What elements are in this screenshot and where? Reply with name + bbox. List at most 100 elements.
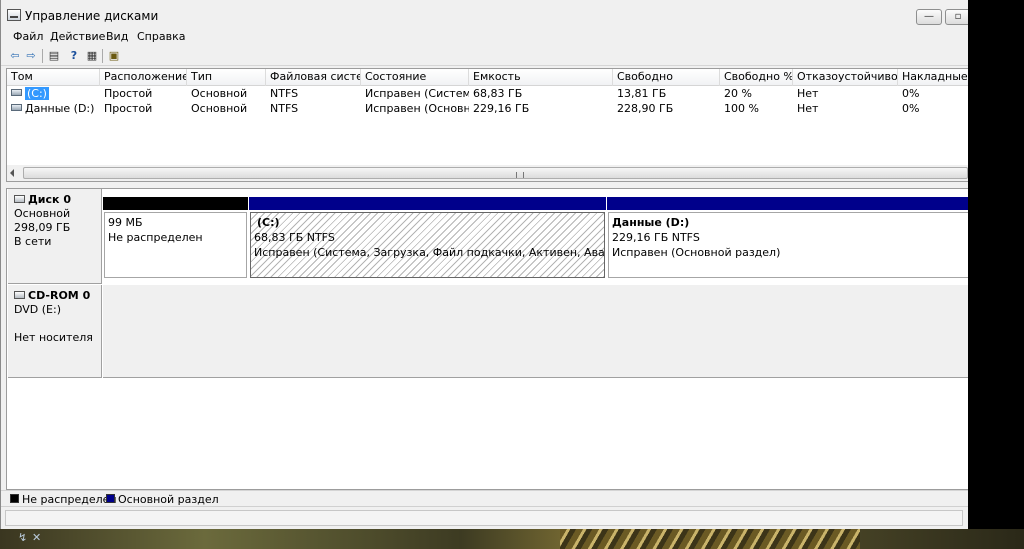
layout-cell: Простой xyxy=(104,102,153,115)
disk-0-title: Диск 0 xyxy=(14,193,101,207)
column-header-type[interactable]: Тип xyxy=(187,69,266,86)
partition-d[interactable]: Данные (D:) 229,16 ГБ NTFS Исправен (Осн… xyxy=(607,197,968,279)
cdrom-0-title: CD-ROM 0 xyxy=(14,289,101,303)
column-header-overhead[interactable]: Накладные ра xyxy=(898,69,968,86)
restore-button[interactable]: ▫ xyxy=(945,9,968,25)
legend-label-unallocated: Не распределен xyxy=(22,493,117,506)
disk-icon xyxy=(14,195,25,203)
legend-label-primary: Основной раздел xyxy=(118,493,219,506)
partition-body: (C:) 68,83 ГБ NTFS Исправен (Система, За… xyxy=(250,212,605,278)
cdrom-0-status: Нет носителя xyxy=(14,331,93,344)
menu-view[interactable]: Вид xyxy=(106,30,128,43)
partition-size: 68,83 ГБ NTFS xyxy=(254,231,335,244)
filesystem-cell: NTFS xyxy=(270,102,299,115)
column-header-free-percent[interactable]: Свободно % xyxy=(720,69,793,86)
table-row[interactable]: (C:) Простой Основной NTFS Исправен (Сис… xyxy=(7,86,968,101)
column-header-volume[interactable]: Том xyxy=(7,69,100,86)
table-row[interactable]: Данные (D:) Простой Основной NTFS Исправ… xyxy=(7,101,968,116)
menu-help[interactable]: Справка xyxy=(137,30,185,43)
column-header-fault-tolerance[interactable]: Отказоустойчивос... xyxy=(793,69,898,86)
disk-0-status: В сети xyxy=(14,235,52,248)
column-header-free[interactable]: Свободно xyxy=(613,69,720,86)
network-icon[interactable]: ↯ xyxy=(18,531,30,545)
minimize-button[interactable]: — xyxy=(916,9,942,25)
scrollbar-thumb[interactable] xyxy=(23,167,968,179)
column-header-filesystem[interactable]: Файловая систе... xyxy=(266,69,361,86)
fault-tolerance-cell: Нет xyxy=(797,102,819,115)
disk-management-window: Управление дисками — ▫ Файл Действие Вид… xyxy=(0,0,968,529)
cdrom-0-type: DVD (E:) xyxy=(14,303,62,316)
overhead-cell: 0% xyxy=(902,87,920,100)
free-percent-cell: 20 % xyxy=(724,87,752,100)
properties-icon[interactable]: ▦ xyxy=(84,48,100,63)
column-header-capacity[interactable]: Емкость xyxy=(469,69,613,86)
partition-c[interactable]: (C:) 68,83 ГБ NTFS Исправен (Система, За… xyxy=(249,197,606,279)
forward-icon[interactable]: ⇨ xyxy=(23,48,39,63)
layout-cell: Простой xyxy=(104,87,153,100)
partition-status: Исправен (Основной раздел) xyxy=(612,246,781,259)
capacity-cell: 68,83 ГБ xyxy=(473,87,523,100)
help-icon[interactable]: ? xyxy=(66,48,82,63)
free-cell: 228,90 ГБ xyxy=(617,102,674,115)
disk-graphical-view: Диск 0 Основной 298,09 ГБ В сети 99 МБ Н… xyxy=(6,188,968,490)
toolbar: ⇦ ⇨ ▤ ? ▦ ▣ xyxy=(1,46,968,66)
free-percent-cell: 100 % xyxy=(724,102,759,115)
title-bar[interactable]: Управление дисками — ▫ xyxy=(1,5,968,27)
partition-status: Исправен (Система, Загрузка, Файл подкач… xyxy=(254,246,605,259)
partition-bar xyxy=(103,197,248,210)
toolbar-separator xyxy=(42,49,43,63)
partition-label: Данные (D:) xyxy=(612,216,690,229)
cdrom-0-info[interactable]: CD-ROM 0 DVD (E:) Нет носителя xyxy=(8,285,102,378)
disk-0-type: Основной xyxy=(14,207,71,220)
cdrom-0-area[interactable] xyxy=(103,285,968,378)
partition-body: 99 МБ Не распределен xyxy=(104,212,247,278)
status-cell: Исправен (Основн... xyxy=(365,102,469,115)
legend-swatch-unallocated xyxy=(10,494,19,503)
desktop-wallpaper-strip xyxy=(0,529,1024,549)
taskbar-icons: ↯ ✕ xyxy=(18,531,48,547)
partition-unallocated[interactable]: 99 МБ Не распределен xyxy=(103,197,248,279)
type-cell: Основной xyxy=(191,87,248,100)
scroll-left-icon[interactable] xyxy=(10,169,14,177)
menu-action[interactable]: Действие xyxy=(50,30,105,43)
column-header-layout[interactable]: Расположение xyxy=(100,69,187,86)
volume-icon xyxy=(11,89,22,96)
desktop-wallpaper-pattern xyxy=(560,529,860,549)
volume-cell: (C:) xyxy=(7,86,100,101)
menu-file[interactable]: Файл xyxy=(13,30,43,43)
close-small-icon[interactable]: ✕ xyxy=(32,531,44,545)
disk-0-size: 298,09 ГБ xyxy=(14,221,71,234)
cdrom-icon xyxy=(14,291,25,299)
partition-size: 229,16 ГБ NTFS xyxy=(612,231,700,244)
properties2-icon[interactable]: ▣ xyxy=(106,48,122,63)
horizontal-scrollbar[interactable] xyxy=(7,165,968,181)
menu-bar: Файл Действие Вид Справка xyxy=(1,27,968,46)
volume-list: Том Расположение Тип Файловая систе... С… xyxy=(6,68,968,182)
free-cell: 13,81 ГБ xyxy=(617,87,667,100)
legend-swatch-primary xyxy=(106,494,115,503)
console-icon[interactable]: ▤ xyxy=(46,48,62,63)
status-bar xyxy=(1,506,968,529)
fault-tolerance-cell: Нет xyxy=(797,87,819,100)
window-title: Управление дисками xyxy=(25,9,159,23)
volume-list-header: Том Расположение Тип Файловая систе... С… xyxy=(7,69,968,86)
volume-name[interactable]: Данные (D:) xyxy=(25,102,94,115)
grip-icon xyxy=(516,172,524,178)
disk-management-icon xyxy=(7,9,21,21)
filesystem-cell: NTFS xyxy=(270,87,299,100)
partition-bar xyxy=(249,197,606,210)
partition-size: 99 МБ xyxy=(108,216,143,229)
partition-status: Не распределен xyxy=(108,231,203,244)
partition-label: (C:) xyxy=(257,216,280,229)
type-cell: Основной xyxy=(191,102,248,115)
legend: Не распределен Основной раздел xyxy=(1,490,968,506)
volume-name[interactable]: (C:) xyxy=(25,87,49,100)
overhead-cell: 0% xyxy=(902,102,920,115)
volume-icon xyxy=(11,104,22,111)
status-panel xyxy=(5,510,963,526)
toolbar-separator xyxy=(102,49,103,63)
back-icon[interactable]: ⇦ xyxy=(7,48,23,63)
status-cell: Исправен (Систем... xyxy=(365,87,469,100)
column-header-status[interactable]: Состояние xyxy=(361,69,469,86)
disk-0-info[interactable]: Диск 0 Основной 298,09 ГБ В сети xyxy=(8,189,102,284)
